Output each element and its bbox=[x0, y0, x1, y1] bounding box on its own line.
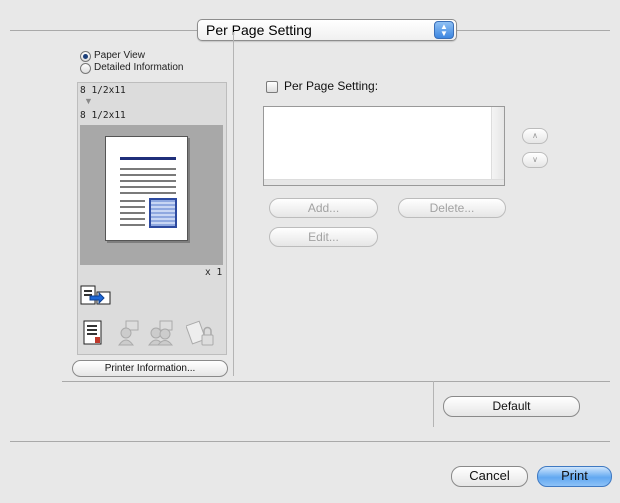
paper-preview-icon bbox=[105, 136, 188, 241]
list-scrollbar[interactable] bbox=[491, 107, 504, 185]
detailed-info-label: Detailed Information bbox=[94, 62, 184, 73]
paper-view-radio[interactable] bbox=[80, 51, 91, 62]
popup-arrows-icon: ▲ ▼ bbox=[434, 21, 454, 39]
move-up-button[interactable]: ∧ bbox=[522, 128, 548, 144]
booklet-icon bbox=[83, 320, 102, 345]
printer-information-button[interactable]: Printer Information... bbox=[72, 360, 228, 377]
arrow-down-icon: ▼ bbox=[84, 96, 93, 106]
default-button[interactable]: Default bbox=[443, 396, 580, 417]
delete-button[interactable]: Delete... bbox=[398, 198, 506, 218]
bottom-rule-lower bbox=[10, 441, 610, 442]
settings-popup[interactable]: Per Page Setting ▲ ▼ bbox=[197, 19, 457, 41]
detailed-info-radio[interactable] bbox=[80, 63, 91, 74]
list-hscrollbar[interactable] bbox=[264, 179, 504, 185]
copies-label: x 1 bbox=[205, 267, 223, 278]
account-track-icon bbox=[148, 320, 174, 346]
output-size-label: 8 1/2x11 bbox=[80, 110, 126, 121]
default-divider bbox=[433, 381, 434, 427]
top-rule-left bbox=[10, 30, 198, 31]
per-page-setting-label: Per Page Setting: bbox=[284, 79, 379, 93]
secure-print-icon bbox=[186, 320, 214, 346]
source-size-label: 8 1/2x11 bbox=[80, 85, 126, 96]
output-icon bbox=[80, 285, 111, 305]
paper-view-label: Paper View bbox=[94, 50, 145, 61]
top-rule-right bbox=[457, 30, 610, 31]
user-auth-icon bbox=[118, 320, 139, 346]
print-button[interactable]: Print bbox=[537, 466, 612, 487]
add-button[interactable]: Add... bbox=[269, 198, 378, 218]
panel-divider bbox=[233, 32, 234, 376]
cancel-button[interactable]: Cancel bbox=[451, 466, 528, 487]
settings-popup-label: Per Page Setting bbox=[206, 22, 312, 38]
edit-button[interactable]: Edit... bbox=[269, 227, 378, 247]
per-page-list[interactable] bbox=[263, 106, 505, 186]
bottom-rule-upper bbox=[62, 381, 610, 382]
move-down-button[interactable]: ∨ bbox=[522, 152, 548, 168]
per-page-setting-checkbox[interactable] bbox=[266, 81, 278, 93]
